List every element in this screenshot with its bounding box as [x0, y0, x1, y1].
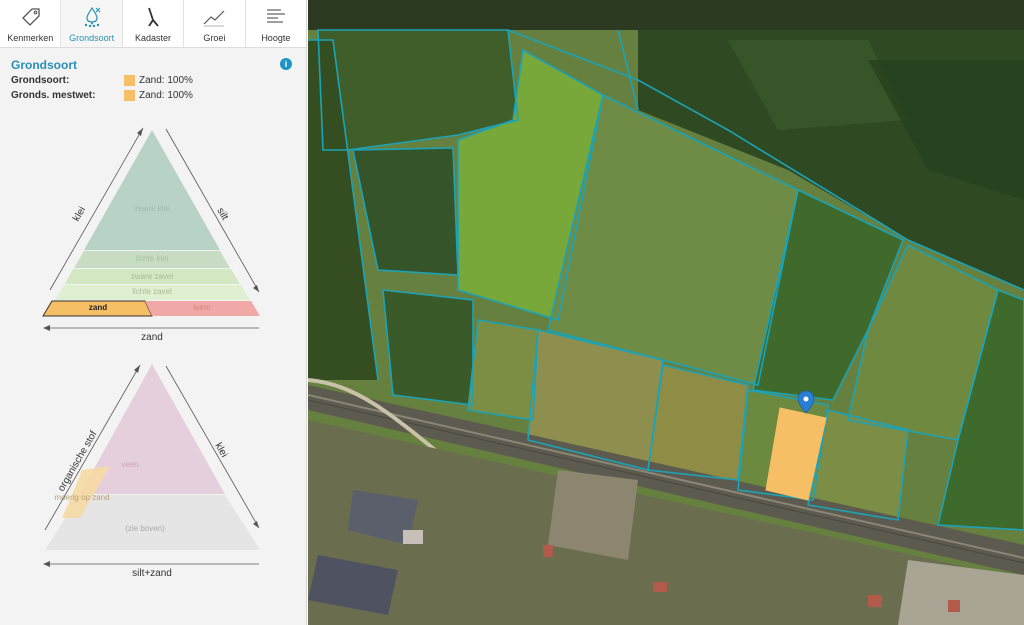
color-swatch: [124, 74, 135, 86]
axis-label-klei: klei: [71, 205, 88, 224]
tab-label: Groei: [203, 33, 226, 43]
tab-label: Kadaster: [135, 33, 172, 43]
growth-chart-icon: [203, 10, 225, 27]
map-canvas[interactable]: [308, 0, 1024, 625]
tab-label: Grondsoort: [69, 33, 115, 43]
label-zware-zavel: zware zavel: [131, 272, 173, 281]
field: [383, 290, 473, 405]
arrowhead: [253, 285, 259, 292]
arrowhead: [137, 128, 143, 136]
label-lichte-klei: lichte klei: [136, 254, 169, 263]
axis-label-silt-zand: silt+zand: [132, 568, 172, 579]
property-row-grondsoort: Grondsoort: Zand: 100%: [11, 73, 295, 87]
color-swatch: [124, 89, 135, 101]
soil-drop-icon: [84, 6, 100, 28]
property-value: Zand: 100%: [139, 89, 193, 101]
property-value: Zand: 100%: [139, 74, 193, 86]
label-lichte-zavel: lichte zavel: [132, 287, 172, 296]
info-icon[interactable]: i: [280, 58, 292, 70]
axis-label-zand: zand: [141, 332, 163, 343]
arrowhead: [253, 521, 259, 528]
label-moerig-op-zand: moerig op zand: [54, 493, 109, 502]
tab-grondsoort[interactable]: Grondsoort: [61, 0, 123, 47]
sidebar: Kenmerken Grondsoort Kadaster Groei Hoog…: [0, 0, 307, 625]
field: [468, 320, 538, 420]
tab-kadaster[interactable]: Kadaster: [123, 0, 185, 47]
arrowhead: [43, 561, 50, 567]
label-zware-klei: zware klei: [134, 204, 170, 213]
arrowhead: [43, 325, 50, 331]
tab-label: Hoogte: [261, 33, 291, 43]
arrowhead: [134, 365, 140, 373]
organic-matter-triangle: veen moerig op zand (zie boven) organisc…: [43, 364, 260, 579]
label-zand: zand: [89, 303, 107, 312]
satellite-map[interactable]: [308, 0, 1024, 625]
grondsoort-panel: Grondsoort i Grondsoort: Zand: 100% Gron…: [0, 48, 306, 112]
tab-groei[interactable]: Groei: [184, 0, 246, 47]
label-zie-boven: (zie boven): [125, 524, 165, 533]
height-lines-icon: [266, 9, 285, 23]
panel-title: Grondsoort: [11, 58, 77, 72]
kadaster-icon: [148, 7, 159, 27]
band-zware-klei: [84, 130, 220, 250]
tab-label: Kenmerken: [7, 33, 54, 43]
label-veen: veen: [121, 460, 138, 469]
property-label: Grondsoort:: [11, 74, 70, 86]
tab-bar: Kenmerken Grondsoort Kadaster Groei Hoog…: [0, 0, 306, 48]
property-label: Gronds. mestwet:: [11, 89, 96, 101]
tag-icon: [22, 8, 40, 26]
tab-kenmerken[interactable]: Kenmerken: [0, 0, 62, 47]
tab-hoogte[interactable]: Hoogte: [246, 0, 306, 47]
soil-texture-triangle: zware klei lichte klei zware zavel licht…: [42, 127, 260, 343]
label-leem: leem: [193, 303, 211, 312]
axis-label-silt: silt: [214, 206, 230, 222]
axis-label-klei2: klei: [212, 441, 229, 460]
property-row-mestwet: Gronds. mestwet: Zand: 100%: [11, 88, 295, 102]
